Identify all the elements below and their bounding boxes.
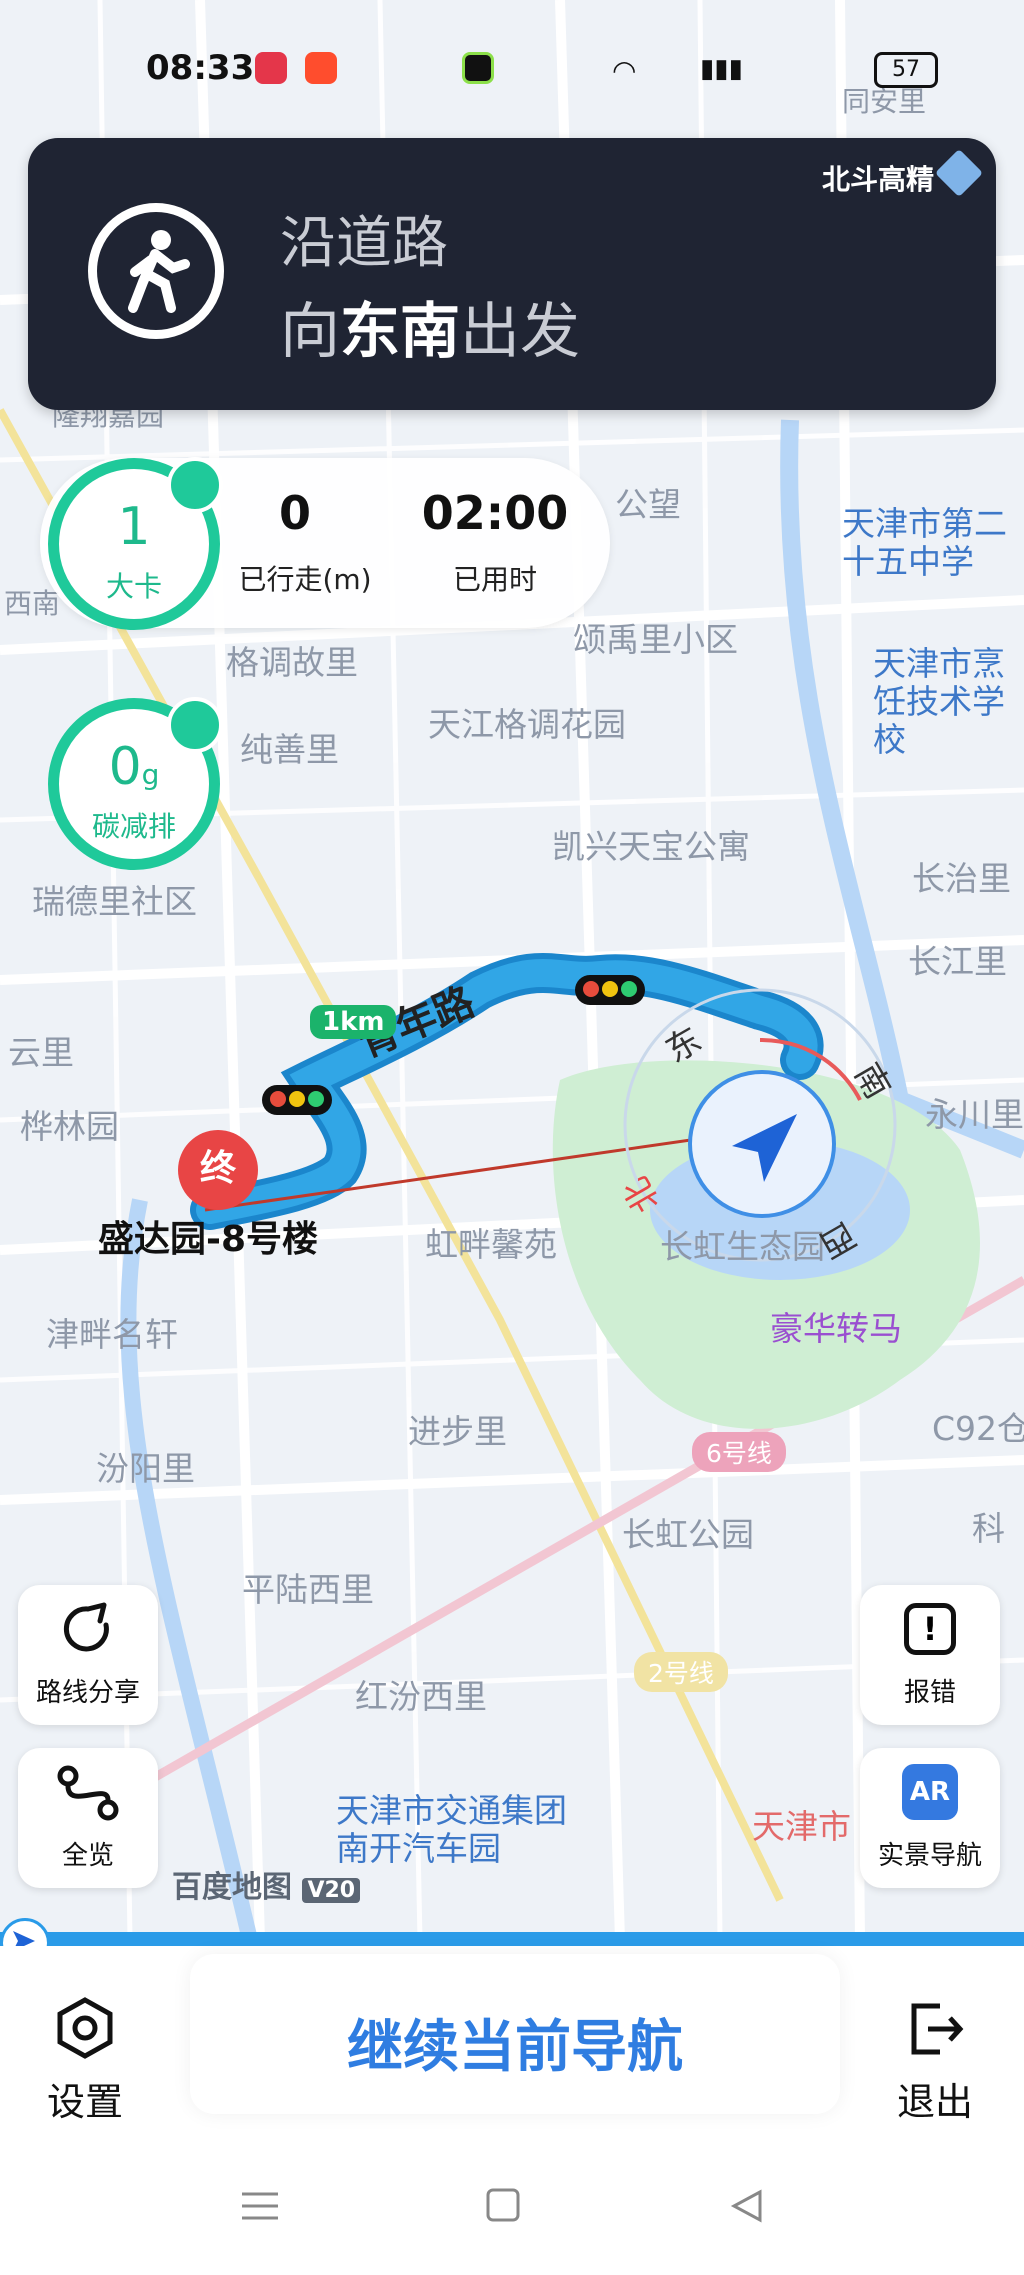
watermark-text: 百度地图	[172, 1870, 292, 1905]
poi-label: 平陆西里	[242, 1570, 374, 1609]
music-app-icon	[255, 52, 287, 84]
route-progress-bar	[0, 1932, 1024, 1946]
flame-icon	[167, 457, 223, 513]
poi-label: 纯善里	[240, 730, 339, 769]
carbon-ring: 0g 碳减排	[48, 697, 223, 870]
overview-button[interactable]: 全览	[18, 1748, 158, 1888]
poi-label: 天津市第二十五中学	[842, 504, 1007, 581]
poi-label: 汾阳里	[96, 1449, 195, 1488]
menu-icon	[242, 2192, 278, 2220]
walking-icon	[88, 203, 224, 339]
status-time: 08:33	[146, 48, 255, 88]
poi-label: 红汾西里	[355, 1677, 487, 1716]
poi-label: 天津市烹饪技术学校	[873, 644, 1005, 759]
metro-badge: 6号线	[692, 1432, 786, 1472]
settings-label: 设置	[46, 2080, 123, 2124]
poi-label: 长虹公园	[622, 1515, 754, 1554]
settings-icon	[57, 1997, 113, 2059]
battery-icon: 57	[874, 52, 938, 88]
route-share-button[interactable]: 路线分享	[18, 1585, 158, 1725]
poi-label: 虹畔馨苑	[425, 1225, 557, 1264]
route-overview-icon	[57, 1765, 119, 1821]
traffic-light-icon	[575, 975, 645, 1005]
watermark-version: V20	[302, 1878, 361, 1903]
distance-value: 0	[278, 486, 311, 540]
leaf-icon	[167, 697, 223, 753]
poi-label: 天津市交通集团南开汽车园	[336, 1791, 567, 1868]
poi-label: 进步里	[408, 1412, 507, 1451]
poi-label: 公望	[615, 485, 681, 524]
map-watermark: 百度地图 V20	[172, 1862, 361, 1906]
poi-label: 科	[972, 1509, 1005, 1548]
poi-label: 豪华转马	[770, 1309, 902, 1348]
status-bar: 08:33 ◠ ▮▮▮ 57	[0, 40, 1024, 100]
calories-label: 大卡	[105, 570, 162, 603]
exit-button[interactable]: 退出	[880, 1996, 990, 2126]
poi-label: 桦林园	[20, 1107, 119, 1146]
poi-label: 格调故里	[226, 643, 358, 682]
continue-navigation-label: 继续当前导航	[347, 2015, 683, 2080]
instruction-road: 沿道路	[280, 211, 448, 276]
continue-navigation-button[interactable]: 继续当前导航	[190, 1954, 840, 2114]
distance-badge: 1km	[310, 1005, 397, 1039]
back-icon	[730, 2189, 762, 2223]
poi-label: C92仓	[932, 1409, 1024, 1448]
menu-nav-button[interactable]	[240, 2186, 280, 2230]
poi-label: 凯兴天宝公寓	[552, 827, 750, 866]
video-app-icon	[305, 52, 337, 84]
instruction-card: 沿道路 向东南出发 北斗高精	[28, 138, 996, 410]
poi-label: 西南	[4, 587, 61, 620]
ar-icon: AR	[902, 1764, 958, 1820]
poi-label: 颂禹里小区	[573, 620, 738, 659]
time-label: 已用时	[452, 563, 537, 596]
poi-label: 天津市	[752, 1807, 851, 1846]
ar-label: 实景导航	[877, 1841, 982, 1871]
signal-icon: ▮▮▮	[700, 54, 743, 84]
distance-label: 已行走(m)	[238, 563, 372, 596]
back-nav-button[interactable]	[728, 2186, 768, 2230]
beidou-label: 北斗高精	[821, 163, 934, 196]
report-error-button[interactable]: ! 报错	[860, 1585, 1000, 1725]
wifi-icon: ◠	[612, 54, 637, 87]
poi-label: 长江里	[908, 942, 1007, 981]
route-share-label: 路线分享	[35, 1678, 140, 1708]
navigation-arrow-icon	[732, 1114, 797, 1182]
overview-label: 全览	[61, 1841, 114, 1871]
report-icon: !	[904, 1603, 956, 1655]
carbon-label: 碳减排	[91, 810, 176, 843]
poi-label: 云里	[8, 1033, 74, 1072]
report-label: 报错	[903, 1678, 956, 1708]
poi-label: 长治里	[912, 859, 1011, 898]
calories-ring: 1 大卡	[48, 457, 223, 630]
home-icon	[486, 2188, 520, 2222]
metro-badge: 2号线	[634, 1652, 728, 1692]
time-value: 02:00	[421, 486, 569, 540]
share-icon	[63, 1602, 109, 1652]
instruction-direction: 向东南出发	[280, 297, 580, 367]
current-location-marker	[688, 1070, 836, 1218]
destination-label: 盛达园-8号楼	[98, 1219, 318, 1260]
poi-label: 天江格调花园	[428, 705, 626, 744]
traffic-light-icon	[262, 1085, 332, 1115]
exit-label: 退出	[896, 2080, 973, 2124]
end-marker: 终	[178, 1130, 258, 1210]
poi-label: 津畔名轩	[46, 1315, 178, 1354]
app-icon	[462, 52, 494, 84]
ar-navigation-button[interactable]: AR 实景导航	[860, 1748, 1000, 1888]
settings-button[interactable]: 设置	[30, 1996, 140, 2126]
home-nav-button[interactable]	[484, 2186, 524, 2230]
poi-label: 长虹生态园	[660, 1227, 825, 1266]
poi-label: 瑞德里社区	[32, 882, 197, 921]
exit-icon	[911, 2003, 964, 2055]
satellite-icon	[934, 148, 984, 198]
poi-label: 永川里	[925, 1095, 1024, 1134]
